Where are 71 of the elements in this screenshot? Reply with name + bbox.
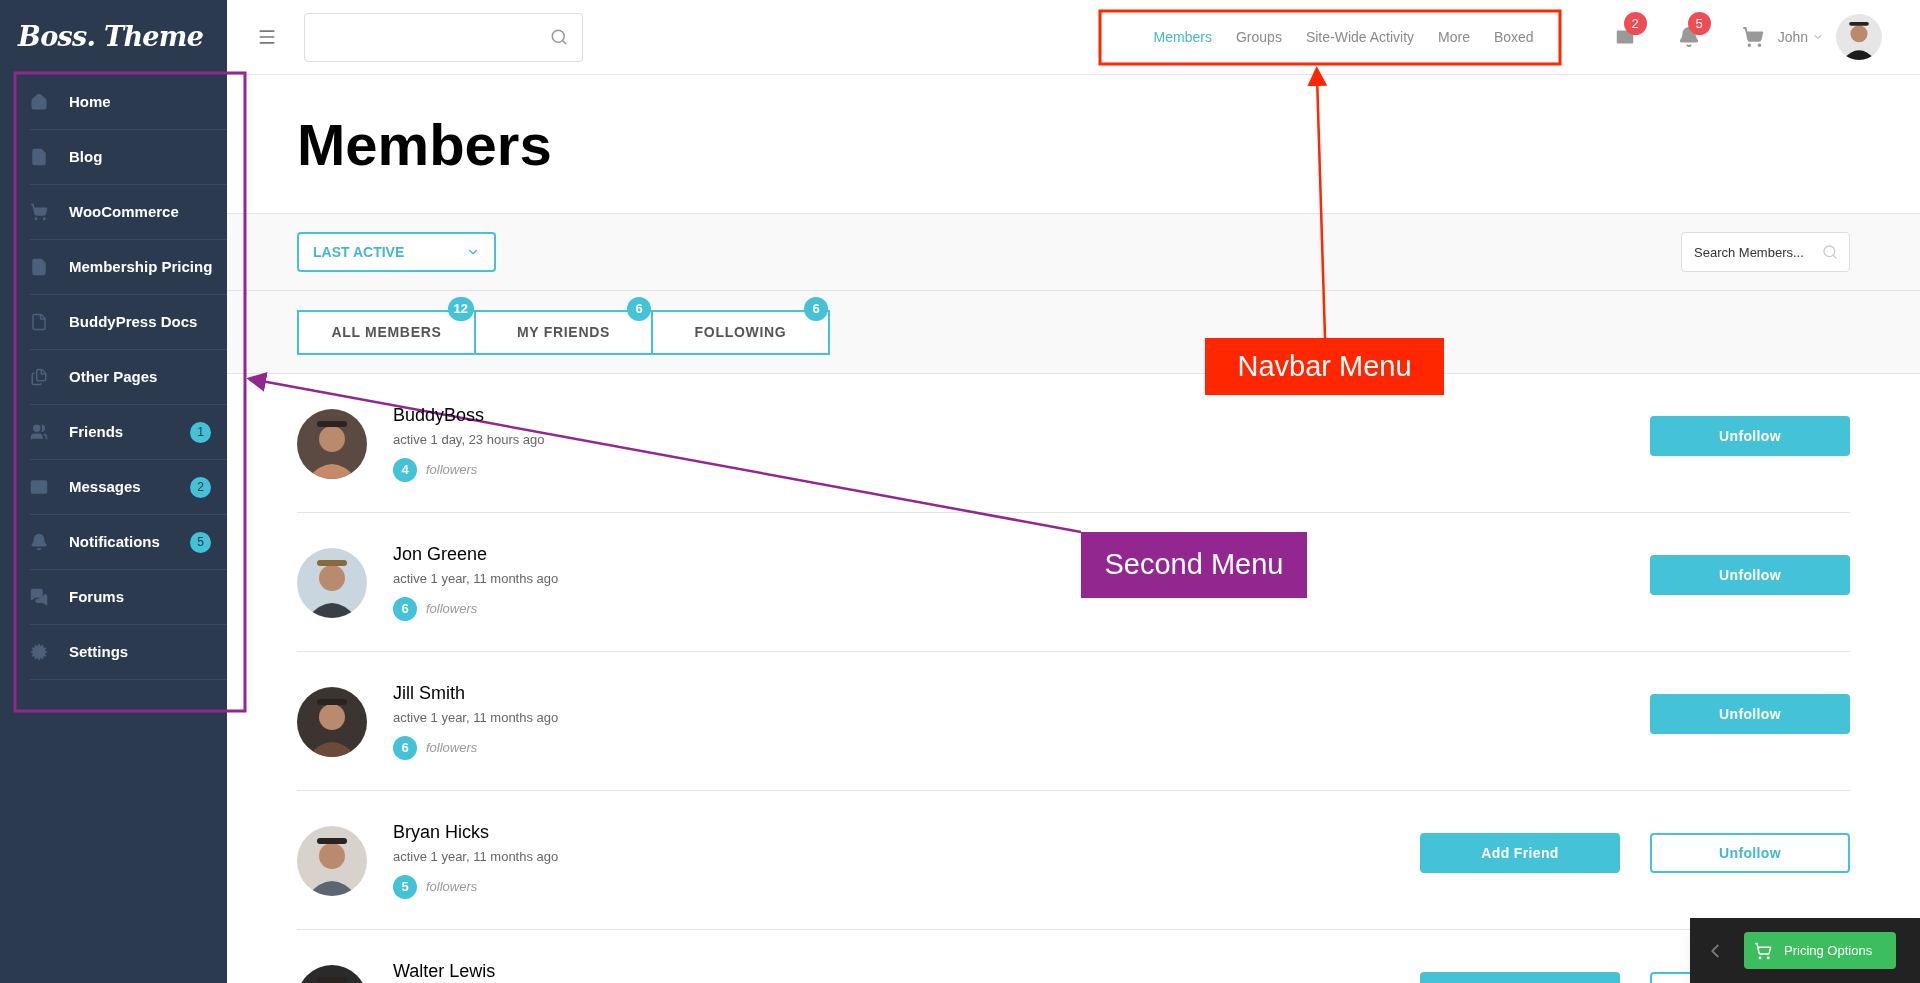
- nav-link[interactable]: Boxed: [1493, 26, 1534, 48]
- member-name[interactable]: Bryan Hicks: [393, 821, 559, 843]
- count-badge: 5: [1687, 12, 1711, 35]
- sidebar-item[interactable]: Messages 2: [30, 460, 227, 515]
- member-name[interactable]: Jill Smith: [393, 682, 559, 704]
- nav-link[interactable]: Site-Wide Activity: [1305, 26, 1415, 48]
- sidebar-label: BuddyPress Docs: [69, 311, 199, 332]
- file-icon: [30, 313, 48, 331]
- chat-icon: [30, 588, 48, 606]
- bell-icon: [30, 533, 48, 551]
- user-name[interactable]: John: [1777, 26, 1808, 48]
- sidebar-label: Notifications: [69, 531, 161, 552]
- followers-label: followers: [426, 877, 478, 896]
- activity-text: active 1 day, 23 hours ago: [393, 431, 545, 449]
- count-badge: 6: [627, 296, 651, 321]
- sidebar-label: Forums: [69, 586, 125, 607]
- page-title: Members: [297, 110, 552, 179]
- home-icon: [30, 93, 48, 111]
- users-icon: [30, 423, 48, 441]
- followers-label: followers: [426, 599, 478, 618]
- search-field[interactable]: [304, 12, 583, 62]
- followers-label: followers: [426, 460, 478, 479]
- sidebar-label: Blog: [69, 146, 104, 167]
- member-name[interactable]: Jon Greene: [393, 543, 559, 565]
- count-badge: 1: [190, 421, 211, 443]
- sidebar-label: Membership Pricing: [69, 256, 214, 277]
- sidebar-label: WooCommerce: [69, 201, 180, 222]
- cart-icon[interactable]: [1741, 26, 1764, 48]
- count-badge: 5: [190, 531, 211, 553]
- activity-text: active 1 year, 11 months ago: [393, 570, 559, 588]
- logo[interactable]: Boss. Theme: [18, 17, 204, 58]
- sidebar-label: Home: [69, 91, 112, 112]
- count-badge: 5: [393, 874, 417, 899]
- gears-icon: [30, 643, 48, 661]
- count-badge: 6: [393, 735, 417, 760]
- sidebar-label: Messages: [69, 476, 142, 497]
- activity-text: active 1 year, 11 months ago: [393, 709, 559, 727]
- sidebar-item[interactable]: Settings: [30, 625, 227, 680]
- count-badge: 6: [804, 296, 828, 321]
- member-search-field[interactable]: Search Members...: [1681, 232, 1850, 272]
- count-badge: 12: [447, 296, 474, 321]
- nav-link[interactable]: Groups: [1235, 26, 1282, 48]
- count-badge: 2: [190, 476, 211, 498]
- sidebar-item[interactable]: Friends 1: [30, 405, 227, 460]
- cart-icon: [30, 203, 48, 221]
- count-badge: 4: [393, 457, 417, 482]
- count-badge: 6: [393, 596, 417, 621]
- count-badge: 2: [1623, 12, 1647, 35]
- sidebar-item[interactable]: Other Pages: [30, 350, 227, 405]
- followers-label: followers: [426, 738, 478, 757]
- member-name[interactable]: Walter Lewis: [393, 960, 496, 982]
- nav-link[interactable]: More: [1438, 26, 1470, 48]
- sidebar-item[interactable]: Blog: [30, 130, 227, 185]
- bell-icon[interactable]: [1677, 26, 1700, 48]
- activity-text: active 1 year, 11 months ago: [393, 848, 559, 866]
- sidebar-label: Settings: [69, 641, 130, 662]
- search-icon[interactable]: [1822, 244, 1838, 260]
- sidebar-item[interactable]: Notifications 5: [30, 515, 227, 570]
- files-icon: [30, 368, 48, 386]
- sidebar-label: Other Pages: [69, 366, 159, 387]
- sidebar-item[interactable]: WooCommerce: [30, 185, 227, 240]
- document-icon: [30, 148, 48, 166]
- menu-icon[interactable]: [257, 27, 277, 47]
- search-icon[interactable]: [550, 28, 568, 46]
- sidebar-item[interactable]: Home: [30, 75, 227, 130]
- file-icon: [30, 258, 48, 276]
- annotation-label: Second Menu: [1081, 532, 1307, 598]
- sidebar-label: Friends: [69, 421, 125, 442]
- cart-icon: [1754, 941, 1772, 960]
- sidebar-item[interactable]: Forums: [30, 570, 227, 625]
- annotation-label: Navbar Menu: [1205, 338, 1444, 395]
